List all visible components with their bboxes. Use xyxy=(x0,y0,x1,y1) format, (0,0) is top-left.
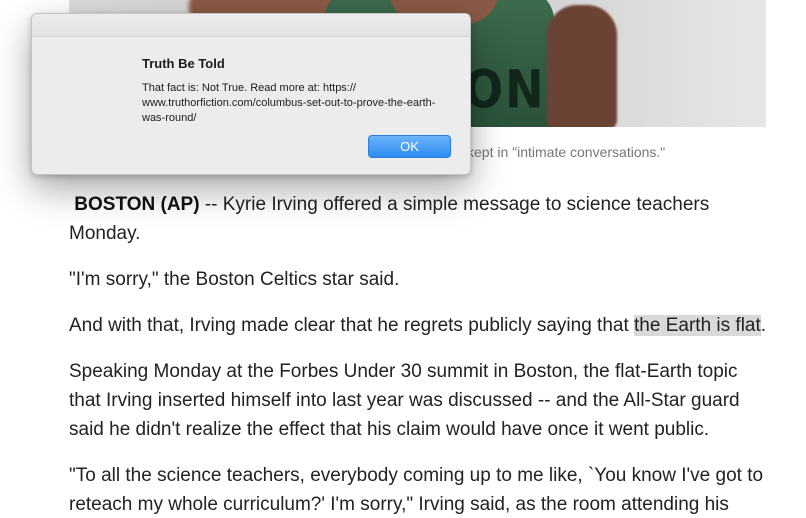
photo-arm-right xyxy=(547,5,617,127)
article-paragraph-1: BOSTON (AP) -- Kyrie Irving offered a si… xyxy=(69,190,769,248)
article-paragraph-5: "To all the science teachers, everybody … xyxy=(69,465,764,515)
article-body: BOSTON (AP) -- Kyrie Irving offered a si… xyxy=(69,190,769,518)
article-paragraph-2: "I'm sorry," the Boston Celtics star sai… xyxy=(69,269,400,290)
paragraph-3-text: And with that, Irving made clear that he… xyxy=(69,315,635,336)
selected-text-highlight[interactable]: the Earth is flat xyxy=(634,315,761,336)
article-paragraph-4: Speaking Monday at the Forbes Under 30 s… xyxy=(69,361,740,440)
alert-dialog: Truth Be Told That fact is: Not True. Re… xyxy=(31,13,471,175)
dateline: BOSTON (AP) xyxy=(74,194,200,215)
photo-caption: kept in "intimate conversations." xyxy=(467,144,666,160)
paragraph-3-end: . xyxy=(760,315,767,336)
ok-button[interactable]: OK xyxy=(368,135,451,158)
dialog-message: That fact is: Not True. Read more at: ht… xyxy=(142,82,436,124)
dialog-titlebar[interactable] xyxy=(32,14,470,37)
dialog-title: Truth Be Told xyxy=(142,56,225,71)
jersey-lettering: ON xyxy=(464,58,546,121)
article-paragraph-3: And with that, Irving made clear that he… xyxy=(69,311,769,340)
